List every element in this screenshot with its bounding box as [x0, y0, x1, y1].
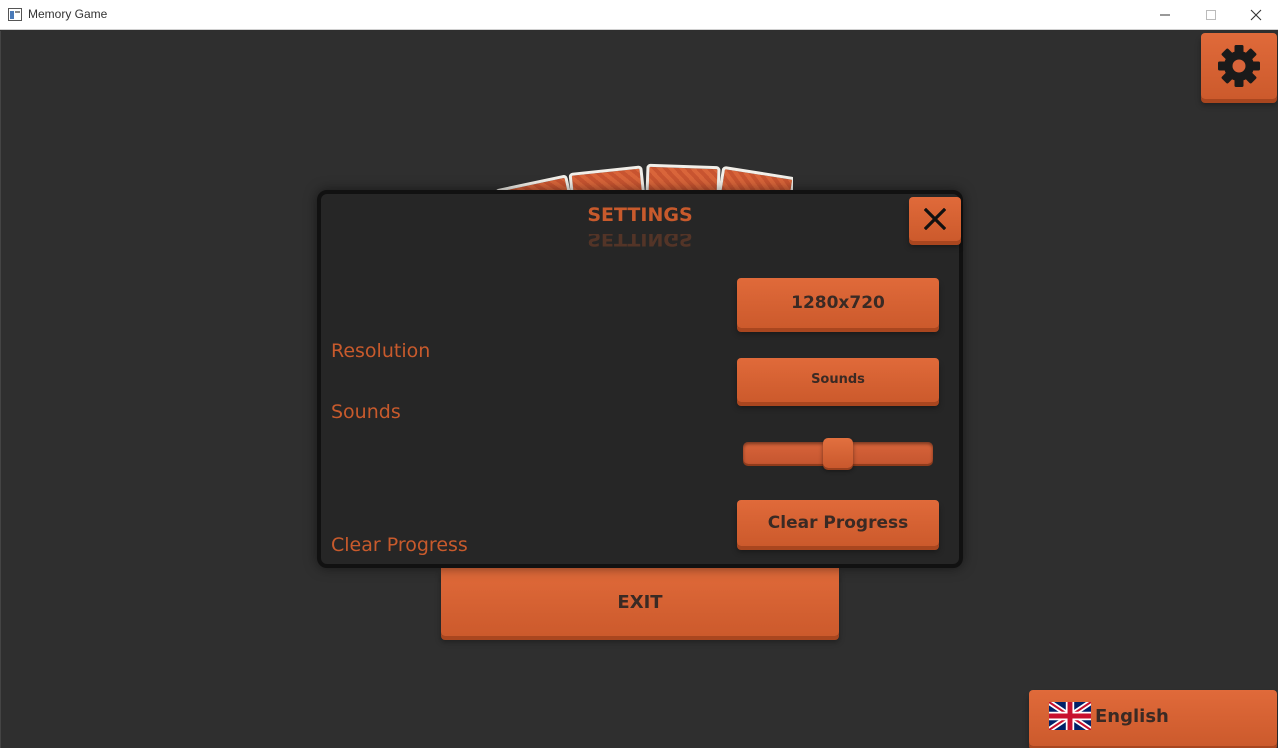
window-title: Memory Game [28, 7, 108, 21]
dialog-title: SETTINGS [587, 204, 693, 226]
resolution-button[interactable]: 1280x720 [737, 278, 939, 328]
game-stage: EXIT SETTINGS SETTINGS Resolution Sounds… [0, 31, 1278, 748]
close-dialog-button[interactable] [909, 197, 961, 241]
window-close-button[interactable] [1233, 0, 1278, 30]
volume-slider[interactable] [743, 438, 933, 468]
settings-button[interactable] [1201, 33, 1277, 99]
clear-progress-label: Clear Progress [331, 534, 468, 556]
minimize-button[interactable] [1142, 0, 1188, 30]
dialog-title-reflection: SETTINGS [587, 234, 693, 250]
title-bar: Memory Game [0, 0, 1278, 30]
maximize-icon [1206, 10, 1216, 20]
app-window: Memory Game EXIT SETTINGS SETTINGS Resol… [0, 0, 1278, 748]
volume-slider-thumb[interactable] [823, 438, 853, 468]
app-icon [8, 8, 22, 21]
sounds-label: Sounds [331, 401, 401, 423]
close-icon [1250, 9, 1262, 21]
minimize-icon [1160, 14, 1170, 16]
sounds-toggle-button[interactable]: Sounds [737, 358, 939, 402]
language-label: English [1095, 706, 1169, 727]
exit-button[interactable]: EXIT [441, 568, 839, 636]
settings-dialog: SETTINGS SETTINGS Resolution Sounds Clea… [317, 190, 963, 568]
clear-progress-button[interactable]: Clear Progress [737, 500, 939, 546]
maximize-button[interactable] [1188, 0, 1234, 30]
language-button[interactable]: English [1029, 690, 1277, 746]
resolution-label: Resolution [331, 340, 431, 362]
gear-icon [1218, 45, 1260, 87]
close-icon [924, 208, 946, 230]
uk-flag-icon [1049, 702, 1091, 730]
